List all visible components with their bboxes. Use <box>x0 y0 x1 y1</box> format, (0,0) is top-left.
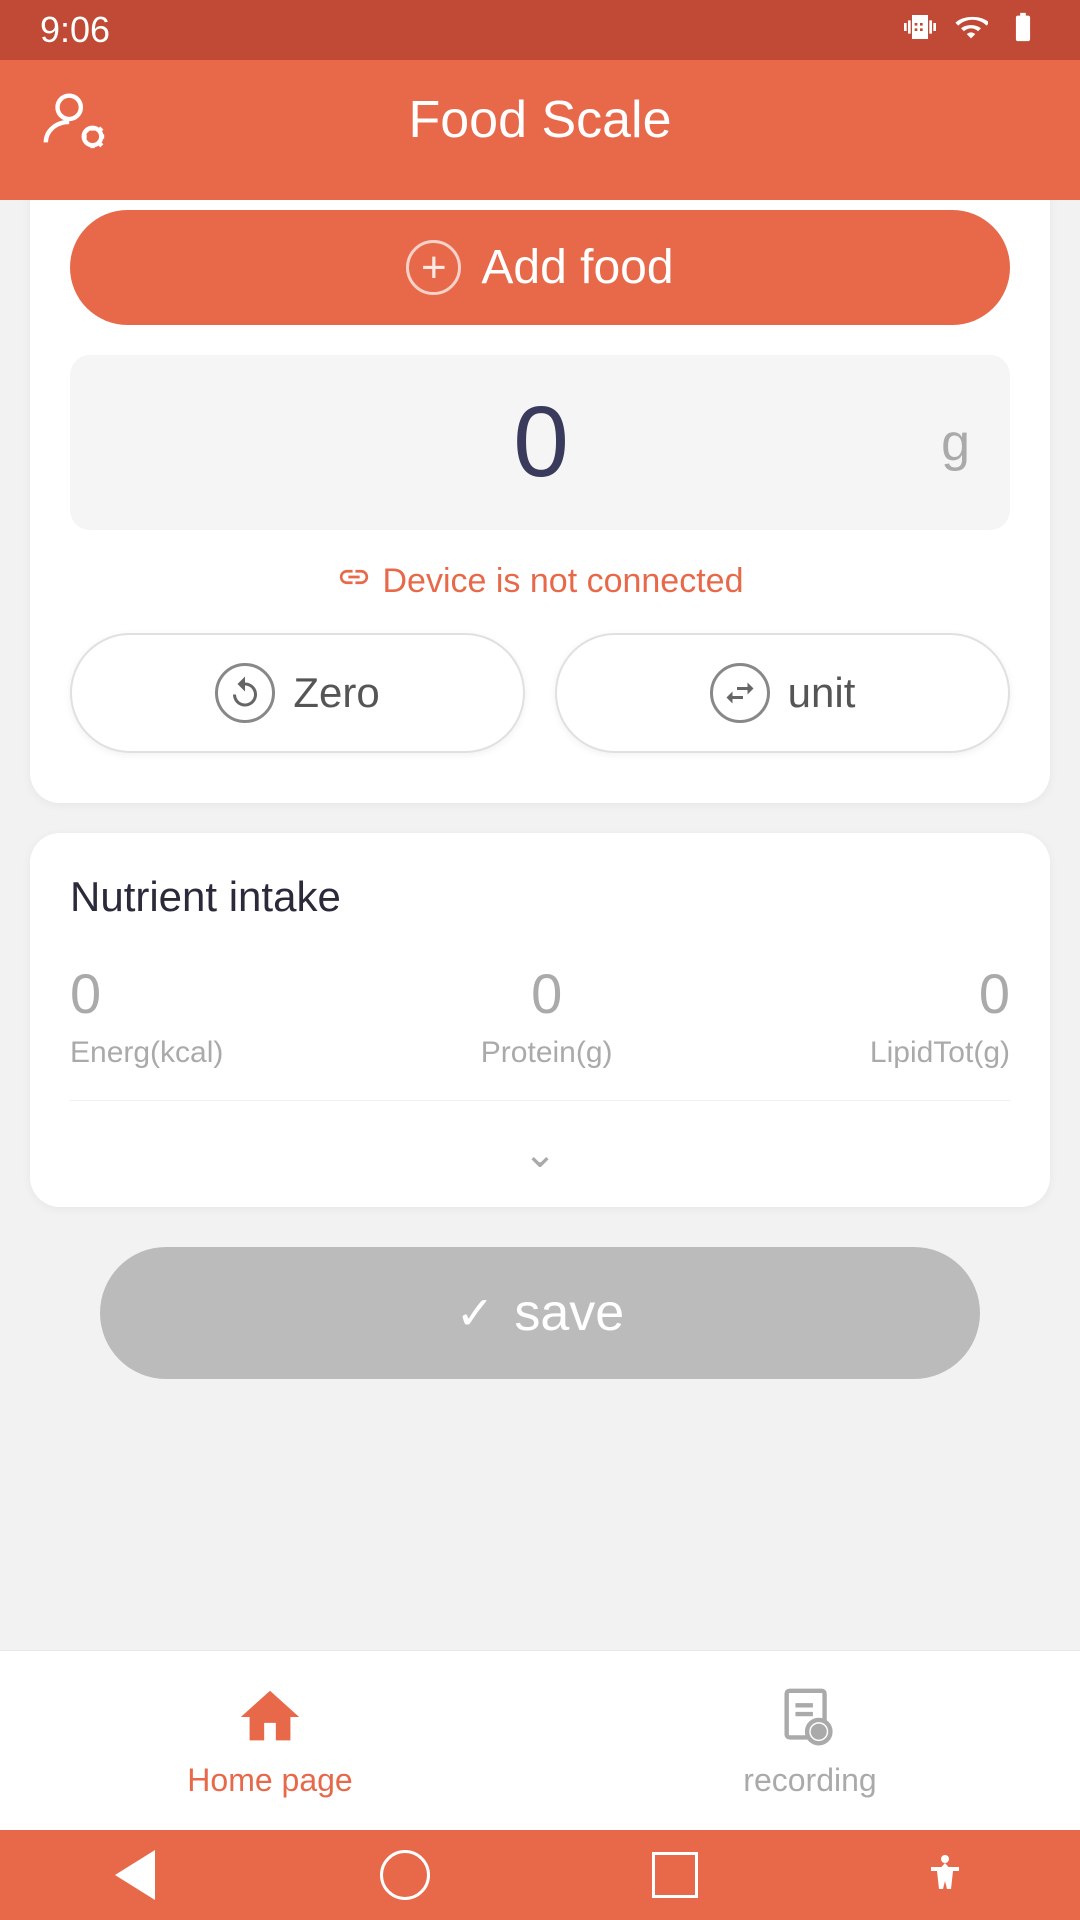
energy-item: 0 Energ(kcal) <box>70 961 223 1070</box>
weight-unit: g <box>941 413 970 473</box>
status-bar: 9:06 <box>0 0 1080 60</box>
unit-label: unit <box>788 669 856 717</box>
device-status-text: Device is not connected <box>383 562 744 601</box>
protein-label: Protein(g) <box>481 1036 613 1070</box>
nutrient-values-row: 0 Energ(kcal) 0 Protein(g) 0 LipidTot(g) <box>70 961 1010 1101</box>
reset-icon <box>215 663 275 723</box>
recording-icon <box>775 1682 845 1752</box>
weight-value: 0 <box>513 385 567 500</box>
lipid-item: 0 LipidTot(g) <box>870 961 1010 1070</box>
lipid-value: 0 <box>979 961 1010 1026</box>
android-back-button[interactable] <box>105 1845 165 1905</box>
lipid-label: LipidTot(g) <box>870 1036 1010 1070</box>
bottom-nav: Home page recording <box>0 1650 1080 1830</box>
expand-nutrients-button[interactable]: ⌄ <box>70 1101 1010 1207</box>
android-home-button[interactable] <box>375 1845 435 1905</box>
nutrient-title: Nutrient intake <box>70 873 1010 921</box>
link-icon <box>337 560 371 603</box>
android-recents-button[interactable] <box>645 1845 705 1905</box>
checkmark-icon: ✓ <box>456 1286 495 1340</box>
device-status: Device is not connected <box>337 560 744 603</box>
add-food-button[interactable]: + Add food <box>70 210 1010 325</box>
home-nav-label: Home page <box>187 1762 352 1799</box>
vibrate-icon <box>904 11 936 50</box>
weight-display: 0 g <box>70 355 1010 530</box>
protein-item: 0 Protein(g) <box>481 961 613 1070</box>
nav-item-home[interactable]: Home page <box>0 1651 540 1830</box>
zero-label: Zero <box>293 669 379 717</box>
unit-button[interactable]: unit <box>555 633 1010 753</box>
chevron-down-icon: ⌄ <box>523 1131 557 1177</box>
android-nav-bar <box>0 1830 1080 1920</box>
nutrient-intake-card: Nutrient intake 0 Energ(kcal) 0 Protein(… <box>30 833 1050 1207</box>
save-label: save <box>514 1283 624 1343</box>
user-settings-button[interactable] <box>40 84 110 159</box>
food-scale-card: + Add food 0 g Device is not connected <box>30 200 1050 803</box>
status-icons <box>904 10 1040 51</box>
home-icon <box>235 1682 305 1752</box>
wifi-icon <box>954 10 988 51</box>
status-time: 9:06 <box>40 9 110 51</box>
plus-circle-icon: + <box>406 240 461 295</box>
add-food-label: Add food <box>481 240 673 295</box>
page-title: Food Scale <box>408 90 671 150</box>
zero-button[interactable]: Zero <box>70 633 525 753</box>
app-header: Food Scale <box>0 60 1080 200</box>
unit-switch-icon <box>710 663 770 723</box>
protein-value: 0 <box>531 961 562 1026</box>
recording-nav-label: recording <box>743 1762 876 1799</box>
main-content: + Add food 0 g Device is not connected <box>0 200 1080 1650</box>
nav-item-recording[interactable]: recording <box>540 1651 1080 1830</box>
energy-value: 0 <box>70 961 223 1026</box>
android-accessibility-button[interactable] <box>915 1845 975 1905</box>
save-button[interactable]: ✓ save <box>100 1247 980 1379</box>
battery-icon <box>1006 10 1040 51</box>
energy-label: Energ(kcal) <box>70 1036 223 1070</box>
control-buttons: Zero unit <box>70 633 1010 753</box>
